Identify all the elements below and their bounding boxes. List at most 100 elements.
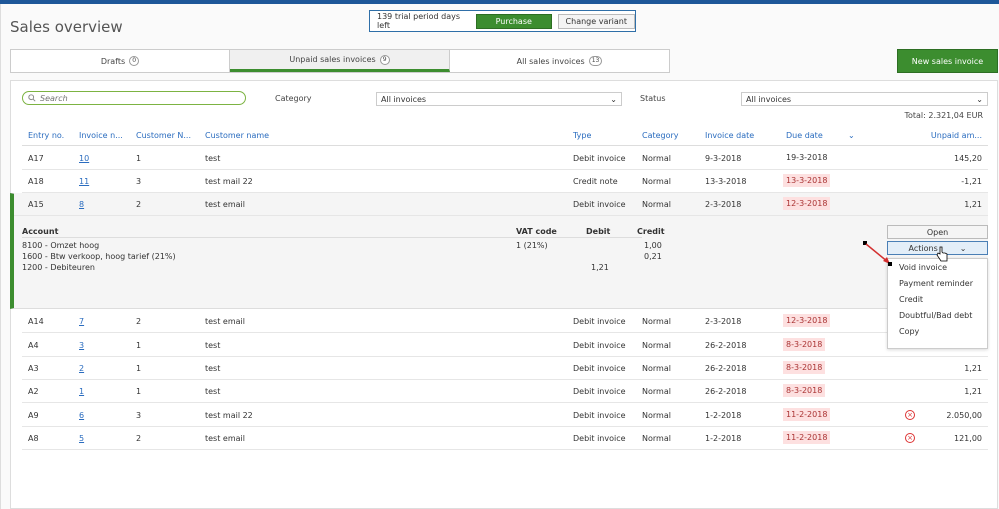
col-entry[interactable]: Entry no. xyxy=(28,131,64,140)
invoice-type: Credit note xyxy=(573,177,618,186)
menu-item-payment-reminder[interactable]: Payment reminder xyxy=(888,275,987,291)
customer-number: 2 xyxy=(136,200,142,209)
change-variant-button[interactable]: Change variant xyxy=(557,13,635,29)
col-unpaid[interactable]: Unpaid am... xyxy=(931,131,982,140)
customer-number: 3 xyxy=(136,177,142,186)
detail-account: 8100 - Omzet hoog xyxy=(22,241,100,250)
invoice-date: 26-2-2018 xyxy=(705,341,747,350)
entry-no: A3 xyxy=(28,364,39,373)
due-date-overdue: 8-3-2018 xyxy=(783,361,826,374)
status-select[interactable]: All invoices ⌄ xyxy=(741,92,988,106)
due-date-overdue: 11-2-2018 xyxy=(783,431,831,444)
chevron-down-icon: ⌄ xyxy=(976,94,983,104)
menu-item-copy[interactable]: Copy xyxy=(888,323,987,339)
invoice-category: Normal xyxy=(642,341,671,350)
invoice-category: Normal xyxy=(642,387,671,396)
invoice-date: 1-2-2018 xyxy=(705,411,742,420)
col-customer-name[interactable]: Customer name xyxy=(205,131,269,140)
invoice-link[interactable]: 11 xyxy=(79,177,89,186)
error-icon[interactable]: × xyxy=(905,410,915,420)
invoice-link[interactable]: 1 xyxy=(79,387,84,396)
category-select[interactable]: All invoices ⌄ xyxy=(376,92,622,106)
search-box[interactable] xyxy=(22,91,246,105)
invoice-link[interactable]: 10 xyxy=(79,154,89,163)
customer-number: 1 xyxy=(136,364,142,373)
tab-drafts-label: Drafts xyxy=(100,56,126,66)
invoice-link[interactable]: 3 xyxy=(79,341,84,350)
table-row[interactable]: A4 3 1 test Debit invoice Normal 26-2-20… xyxy=(22,334,988,357)
tab-drafts[interactable]: Drafts 0 xyxy=(11,50,230,72)
due-date-overdue: 12-3-2018 xyxy=(783,197,831,210)
customer-name: test xyxy=(205,341,221,350)
customer-name: test email xyxy=(205,317,245,326)
detail-credit-header: Credit xyxy=(637,227,665,236)
hand-cursor-icon xyxy=(936,246,948,262)
sort-chevron-icon[interactable]: ⌄ xyxy=(848,131,855,140)
col-invoice[interactable]: Invoice n... xyxy=(79,131,123,140)
tab-unpaid-label: Unpaid sales invoices xyxy=(289,55,376,64)
col-invoice-date[interactable]: Invoice date xyxy=(705,131,754,140)
tab-all[interactable]: All sales invoices 13 xyxy=(450,50,669,72)
entry-no: A17 xyxy=(28,154,44,163)
col-customer-number[interactable]: Customer N... xyxy=(136,131,191,140)
customer-name: test xyxy=(205,364,221,373)
purchase-button[interactable]: Purchase xyxy=(475,13,552,29)
col-due-date[interactable]: Due date xyxy=(786,131,823,140)
tab-drafts-count: 0 xyxy=(129,56,140,66)
actions-label: Actions xyxy=(908,243,938,253)
invoice-type: Debit invoice xyxy=(573,434,626,443)
table-row[interactable]: A18 11 3 test mail 22 Credit note Normal… xyxy=(22,170,988,193)
entry-no: A4 xyxy=(28,341,39,350)
customer-name: test xyxy=(205,154,221,163)
customer-name: test mail 22 xyxy=(205,177,253,186)
table-row[interactable]: A17 10 1 test Debit invoice Normal 9-3-2… xyxy=(22,147,988,170)
customer-name: test email xyxy=(205,200,245,209)
col-type[interactable]: Type xyxy=(573,131,591,140)
table-row[interactable]: A3 2 1 test Debit invoice Normal 26-2-20… xyxy=(22,357,988,380)
customer-name: test email xyxy=(205,434,245,443)
invoice-date: 1-2-2018 xyxy=(705,434,742,443)
error-icon[interactable]: × xyxy=(905,433,915,443)
detail-vat-header: VAT code xyxy=(516,227,557,236)
due-date-overdue: 12-3-2018 xyxy=(783,314,831,327)
invoice-link[interactable]: 6 xyxy=(79,411,84,420)
tab-unpaid[interactable]: Unpaid sales invoices 9 xyxy=(230,50,450,72)
trial-text: 139 trial period days left xyxy=(377,12,461,30)
invoice-type: Debit invoice xyxy=(573,364,626,373)
menu-item-doubtful-bad-debt[interactable]: Doubtful/Bad debt xyxy=(888,307,987,323)
detail-account: 1200 - Debiteuren xyxy=(22,263,95,272)
table-row-selected[interactable]: A15 8 2 test email Debit invoice Normal … xyxy=(14,193,988,216)
invoice-date: 9-3-2018 xyxy=(705,154,742,163)
invoice-category: Normal xyxy=(642,177,671,186)
table-header: Entry no. Invoice n... Customer N... Cus… xyxy=(22,124,988,146)
invoice-link[interactable]: 7 xyxy=(79,317,84,326)
invoice-link[interactable]: 5 xyxy=(79,434,84,443)
open-button[interactable]: Open xyxy=(887,225,988,239)
table-row[interactable]: A14 7 2 test email Debit invoice Normal … xyxy=(22,310,988,333)
table-row[interactable]: A9 6 3 test mail 22 Debit invoice Normal… xyxy=(22,404,988,427)
invoice-category: Normal xyxy=(642,154,671,163)
unpaid-amount: -1,21 xyxy=(961,177,982,186)
invoice-category: Normal xyxy=(642,317,671,326)
col-category[interactable]: Category xyxy=(642,131,679,140)
new-sales-invoice-button[interactable]: New sales invoice xyxy=(897,49,998,73)
invoice-link[interactable]: 8 xyxy=(79,200,84,209)
invoice-category: Normal xyxy=(642,411,671,420)
chevron-down-icon: ⌄ xyxy=(610,94,617,104)
unpaid-amount: 1,21 xyxy=(964,200,982,209)
table-row[interactable]: A8 5 2 test email Debit invoice Normal 1… xyxy=(22,427,988,450)
entry-no: A2 xyxy=(28,387,39,396)
menu-item-credit[interactable]: Credit xyxy=(888,291,987,307)
invoice-type: Debit invoice xyxy=(573,387,626,396)
table-row[interactable]: A2 1 1 test Debit invoice Normal 26-2-20… xyxy=(22,380,988,403)
search-input[interactable] xyxy=(40,93,230,103)
unpaid-amount: 121,00 xyxy=(954,434,982,443)
unpaid-amount: 145,20 xyxy=(954,154,982,163)
invoice-date: 26-2-2018 xyxy=(705,387,747,396)
invoice-link[interactable]: 2 xyxy=(79,364,84,373)
invoice-category: Normal xyxy=(642,364,671,373)
category-label: Category xyxy=(275,94,312,103)
due-date-overdue: 8-3-2018 xyxy=(783,384,826,397)
entry-no: A15 xyxy=(28,200,44,209)
invoice-type: Debit invoice xyxy=(573,154,626,163)
